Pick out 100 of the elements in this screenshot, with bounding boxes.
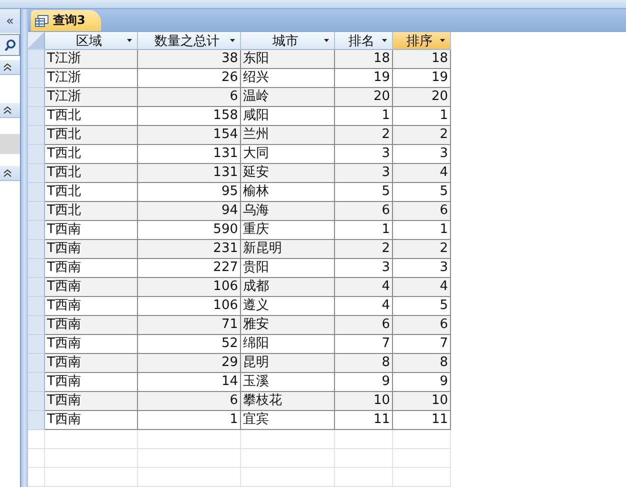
table-cell: 10 [335,392,393,411]
table-cell: 3 [335,259,393,278]
row-selector[interactable] [28,69,45,88]
table-cell: 玉溪 [241,373,335,392]
table-cell: 18 [393,50,451,69]
group-header[interactable] [0,103,20,118]
group-header[interactable] [0,166,20,181]
row-selector[interactable] [28,88,45,107]
document-tab[interactable]: 查询3 [31,10,102,31]
table-cell: T西南 [45,411,138,430]
search-field[interactable] [0,34,20,56]
table-cell: 6 [393,202,451,221]
row-selector[interactable] [28,297,45,316]
dropdown-arrow-icon[interactable] [230,39,235,42]
table-cell: T西北 [45,107,138,126]
row-selector[interactable] [28,164,45,183]
table-cell: 9 [335,373,393,392]
table-cell: 4 [393,278,451,297]
table-cell: 1 [393,221,451,240]
chevron-up-icon[interactable] [3,63,12,71]
row-selector[interactable] [28,392,45,411]
table-cell: 106 [138,297,241,316]
table-cell: 29 [138,354,241,373]
table-cell: 5 [393,183,451,202]
table-cell: 昆明 [241,354,335,373]
row-selector[interactable] [28,354,45,373]
table-cell: 131 [138,164,241,183]
dropdown-arrow-icon[interactable] [324,39,329,42]
row-selector[interactable] [28,240,45,259]
table-cell: 咸阳 [241,107,335,126]
table-cell: 154 [138,126,241,145]
table-cell: T西北 [45,183,138,202]
row-selector[interactable] [28,259,45,278]
table-cell: 6 [393,316,451,335]
chevron-up-icon[interactable] [3,106,12,114]
table-cell: 9 [393,373,451,392]
table-cell: 温岭 [241,88,335,107]
table-cell: 雅安 [241,316,335,335]
table-cell: T西南 [45,297,138,316]
table-cell: 6 [335,202,393,221]
row-selector[interactable] [28,316,45,335]
row-selector[interactable] [28,183,45,202]
table-cell: 绵阳 [241,335,335,354]
table-cell: 攀枝花 [241,392,335,411]
table-cell: 11 [335,411,393,430]
selected-nav-item[interactable] [0,134,20,154]
chevron-up-icon[interactable] [3,169,12,177]
table-cell: T江浙 [45,88,138,107]
query-icon [35,14,49,26]
table-cell: 14 [138,373,241,392]
table-cell: 106 [138,278,241,297]
table-cell: 6 [138,88,241,107]
search-icon[interactable] [4,38,16,52]
table-cell: 新昆明 [241,240,335,259]
table-cell: 7 [335,335,393,354]
dropdown-arrow-icon[interactable] [127,39,132,42]
row-selector[interactable] [28,202,45,221]
column-header[interactable]: 数量之总计 [138,32,241,50]
dropdown-arrow-icon[interactable] [382,39,387,42]
table-cell: 227 [138,259,241,278]
table-cell: 成都 [241,278,335,297]
column-header[interactable]: 城市 [241,32,335,50]
column-header[interactable]: 排序 [393,32,451,50]
table-cell: T西南 [45,259,138,278]
column-header[interactable]: 排名 [335,32,393,50]
table-cell: 8 [393,354,451,373]
dropdown-arrow-icon[interactable] [440,39,445,42]
row-selector[interactable] [28,126,45,145]
table-cell: T西南 [45,354,138,373]
table-cell: 38 [138,50,241,69]
table-cell: 95 [138,183,241,202]
table-cell: 6 [335,316,393,335]
table-cell: 东阳 [241,50,335,69]
row-selector[interactable] [28,145,45,164]
row-selector[interactable] [28,335,45,354]
collapse-button[interactable]: « [0,9,20,33]
table-cell: 7 [393,335,451,354]
row-selector[interactable] [28,50,45,69]
table-cell: 71 [138,316,241,335]
table-cell: 榆林 [241,183,335,202]
table-cell: 延安 [241,164,335,183]
group-header[interactable] [0,60,20,75]
table-cell: T西南 [45,392,138,411]
row-selector[interactable] [28,411,45,430]
row-selector[interactable] [28,373,45,392]
table-cell: 131 [138,145,241,164]
table-cell: 4 [335,278,393,297]
table-cell: T江浙 [45,69,138,88]
table-cell: 2 [335,240,393,259]
table-cell: 19 [393,69,451,88]
select-all-button[interactable] [28,32,45,50]
table-cell: 11 [393,411,451,430]
table-cell: 1 [138,411,241,430]
table-cell: 大同 [241,145,335,164]
table-cell: 5 [393,297,451,316]
column-header[interactable]: 区域 [45,32,138,50]
row-selector[interactable] [28,278,45,297]
row-selector[interactable] [28,221,45,240]
row-selector[interactable] [28,107,45,126]
table-cell: 2 [393,240,451,259]
